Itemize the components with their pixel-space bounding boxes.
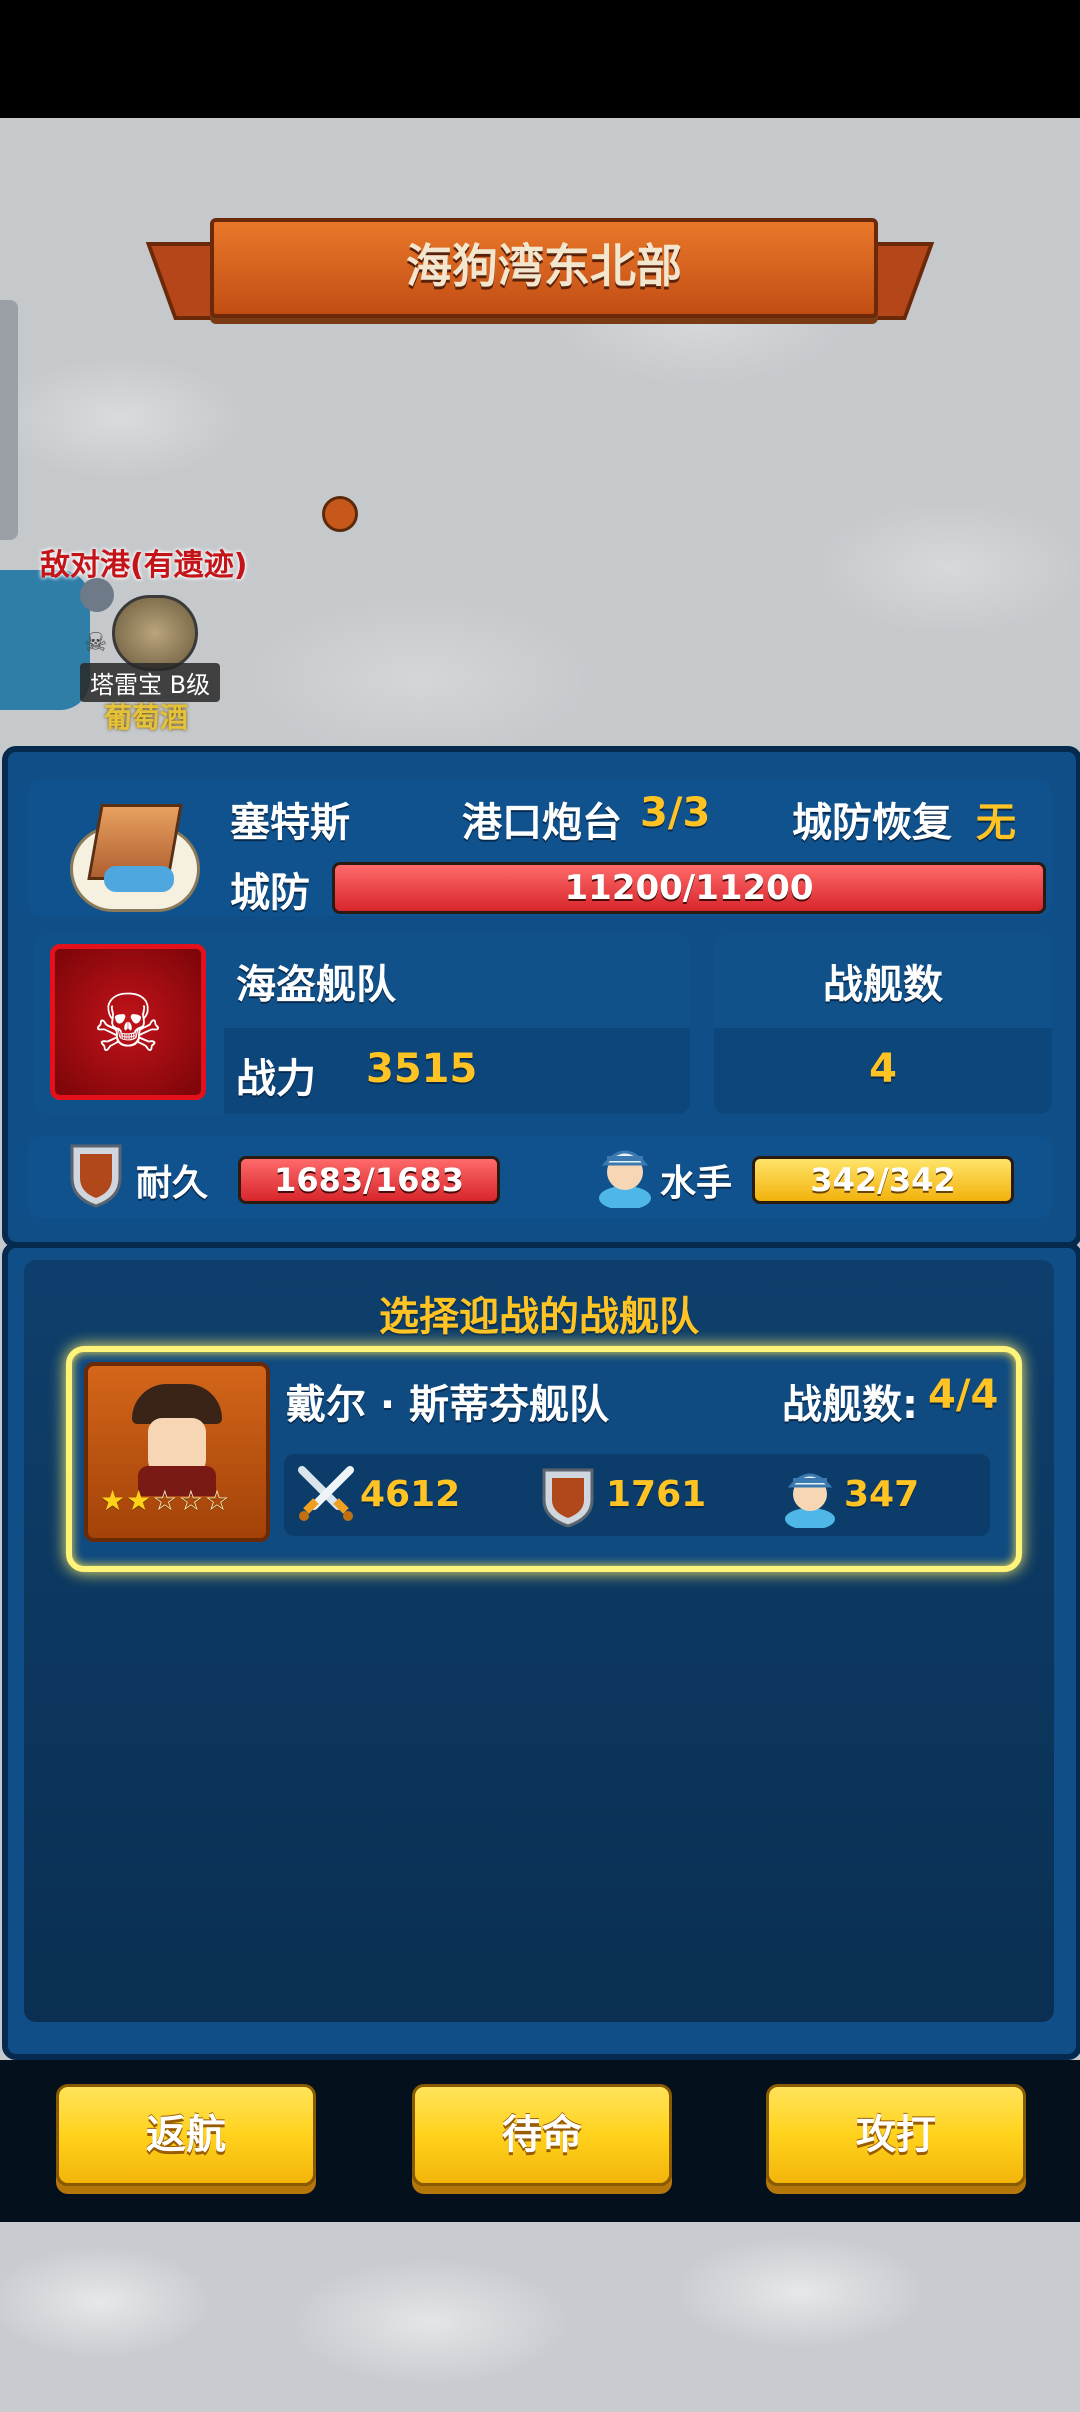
enemy-fleet-name: 海盗舰队 [236,962,396,1008]
star-empty-icon: ☆ [152,1484,179,1517]
fleet-card-defense: 1761 [606,1474,707,1515]
return-button[interactable]: 返航 [56,2084,316,2186]
city-defense-value: 11200/11200 [564,868,814,908]
star-empty-icon: ☆ [204,1484,231,1517]
sailor-label: 水手 [660,1163,733,1204]
rock-icon [80,578,114,612]
sailor-icon [780,1462,840,1530]
skull-icon: ☠ [84,628,108,658]
star-filled-icon: ★ [100,1484,127,1517]
port-icon[interactable] [112,595,198,671]
sailor-value: 342/342 [810,1161,956,1199]
ships-value: 4 [869,1046,897,1092]
fortress-icon [64,796,200,918]
map-marker[interactable] [322,496,358,532]
city-name: 塞特斯 [230,800,350,846]
map-island [0,570,90,710]
port-guns-label: 港口炮台 [462,800,622,846]
fleet-card-ships-value: 4/4 [928,1372,999,1418]
star-filled-icon: ★ [126,1484,153,1517]
shield-icon [540,1464,596,1528]
durability-value: 1683/1683 [274,1161,464,1199]
region-banner: 海狗湾东北部 [145,218,935,328]
durability-bar: 1683/1683 [238,1156,500,1204]
power-value: 3515 [366,1046,478,1092]
power-label: 战力 [236,1056,316,1102]
sailor-icon [594,1138,656,1210]
fleet-card-ships-label: 战舰数: [782,1382,918,1428]
fleet-card-sailors: 347 [844,1474,920,1515]
ships-label: 战舰数 [823,962,943,1008]
fleet-card-name: 戴尔 · 斯蒂芬舰队 [286,1382,610,1428]
bottom-clouds [0,2222,1080,2412]
sailor-bar: 342/342 [752,1156,1014,1204]
port-guns-value: 3/3 [640,790,711,836]
defense-recovery-value: 无 [976,800,1016,846]
side-handle[interactable] [0,300,18,540]
port-resource: 葡萄酒 [104,701,189,734]
star-empty-icon: ☆ [178,1484,205,1517]
defense-recovery-label: 城防恢复 [792,800,952,846]
shield-icon [68,1140,124,1208]
attack-button[interactable]: 攻打 [766,2084,1026,2186]
enemy-port-label: 敌对港(有遗迹) [40,548,248,583]
region-title: 海狗湾东北部 [406,239,682,293]
city-defense-label: 城防 [230,870,310,916]
captain-star-rating: ★★☆☆☆ [100,1484,231,1517]
durability-label: 耐久 [136,1163,209,1204]
crossed-swords-icon [294,1462,358,1526]
pirate-skull-icon: ☠ [50,944,206,1100]
fleet-select-title: 选择迎战的战舰队 [379,1294,699,1340]
city-defense-bar: 11200/11200 [332,862,1046,914]
standby-button[interactable]: 待命 [412,2084,672,2186]
fleet-card-attack: 4612 [360,1474,461,1515]
